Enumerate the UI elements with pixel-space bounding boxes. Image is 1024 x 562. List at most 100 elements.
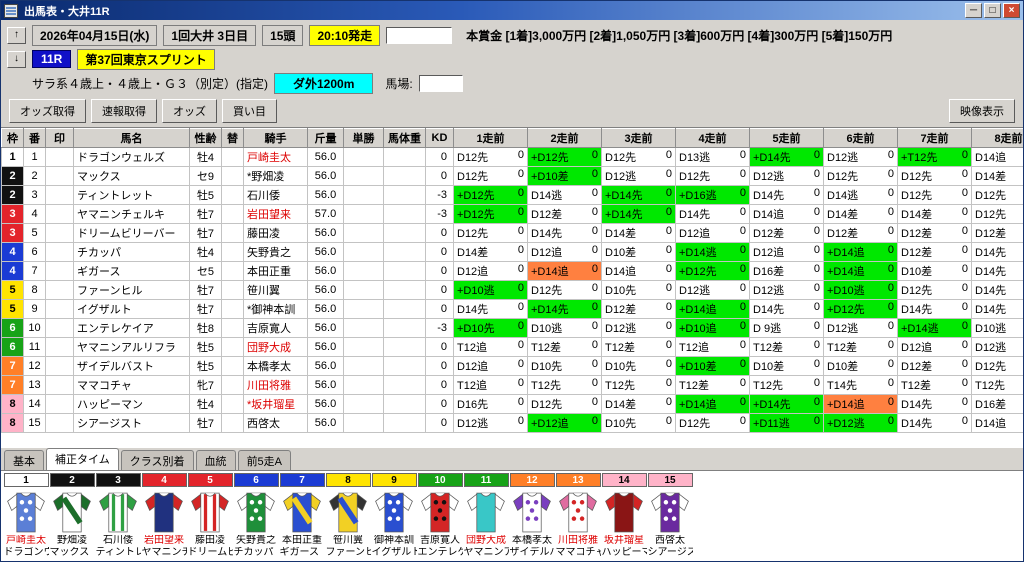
toolbar-button-3[interactable]: オッズ — [162, 99, 217, 123]
past-race-cell-6[interactable]: T12差0 — [824, 338, 898, 357]
past-race-cell-6[interactable]: T14先0 — [824, 376, 898, 395]
past-race-cell-1[interactable]: D14差0 — [454, 243, 528, 262]
horse-row-9[interactable]: 59イグザルト牡7*御神本訓56.00D14先0+D14先0D12差0+D14追… — [2, 300, 1024, 319]
cell-mark[interactable] — [46, 186, 74, 205]
tab-1[interactable]: 基本 — [4, 450, 44, 470]
past-race-cell-3[interactable]: +D14先0 — [602, 186, 676, 205]
horse-row-1[interactable]: 11ドラゴンウェルズ牡4戸崎圭太56.00D12先0+D12先0D12先0D13… — [2, 148, 1024, 167]
horse-row-3[interactable]: 23ティントレット牡5石川倭56.0-3+D12先0D14逃0+D14先0+D1… — [2, 186, 1024, 205]
past-race-cell-6[interactable]: +D12先0 — [824, 300, 898, 319]
cell-horse-name[interactable]: イグザルト — [74, 300, 190, 319]
cell-jockey[interactable]: 吉原寛人 — [244, 319, 308, 338]
past-race-cell-4[interactable]: D12先0 — [676, 167, 750, 186]
horse-row-4[interactable]: 34ヤマニンチェルキ牡7岩田望来57.0-3+D12先0D12差0+D14先0D… — [2, 205, 1024, 224]
past-race-cell-2[interactable]: D12差0 — [528, 205, 602, 224]
horse-row-7[interactable]: 47ギガースセ5本田正重56.00D12追0+D14追0D14追0+D12先0D… — [2, 262, 1024, 281]
past-race-cell-3[interactable]: +D14先0 — [602, 205, 676, 224]
cell-mark[interactable] — [46, 319, 74, 338]
past-race-cell-3[interactable]: D14差0 — [602, 395, 676, 414]
cell-mark[interactable] — [46, 205, 74, 224]
past-race-cell-3[interactable]: D10先0 — [602, 414, 676, 433]
horse-row-14[interactable]: 814ハッピーマン牡4*坂井瑠星56.00D16先0D12先0D14差0+D14… — [2, 395, 1024, 414]
past-race-cell-3[interactable]: D10先0 — [602, 281, 676, 300]
silk-column-2[interactable]: 2野畑凌マックス — [49, 473, 95, 559]
cell-horse-name[interactable]: ヤマニンチェルキ — [74, 205, 190, 224]
past-race-cell-8[interactable]: D14先0 — [972, 281, 1024, 300]
past-race-cell-8[interactable]: D14差0 — [972, 167, 1024, 186]
past-race-cell-2[interactable]: +D12追0 — [528, 414, 602, 433]
past-race-cell-8[interactable]: D14先0 — [972, 243, 1024, 262]
past-race-cell-5[interactable]: D16差0 — [750, 262, 824, 281]
cell-horse-name[interactable]: エンテレケイア — [74, 319, 190, 338]
past-race-cell-3[interactable]: T12差0 — [602, 338, 676, 357]
horse-row-6[interactable]: 46チカッパ牡4矢野貴之56.00D14差0D12追0D10差0+D14逃0D1… — [2, 243, 1024, 262]
silk-column-4[interactable]: 4岩田望来ヤマニンチェルキ — [141, 473, 187, 559]
past-race-cell-1[interactable]: D12追0 — [454, 357, 528, 376]
cell-mark[interactable] — [46, 395, 74, 414]
past-race-cell-6[interactable]: +D12逃0 — [824, 414, 898, 433]
past-race-cell-4[interactable]: +D14追0 — [676, 395, 750, 414]
past-race-cell-5[interactable]: D14追0 — [750, 205, 824, 224]
next-race-button[interactable]: ↓ — [7, 51, 26, 68]
horse-row-15[interactable]: 815シアージスト牡7西啓太56.00D12逃0+D12追0D10先0D12先0… — [2, 414, 1024, 433]
column-header-14[interactable]: 3走前 — [602, 129, 676, 148]
past-race-cell-6[interactable]: +D14追0 — [824, 243, 898, 262]
column-header-5[interactable]: 性齢 — [190, 129, 222, 148]
past-race-cell-5[interactable]: D12逃0 — [750, 281, 824, 300]
memo-input[interactable] — [386, 27, 452, 44]
cell-horse-name[interactable]: ファーンヒル — [74, 281, 190, 300]
silk-column-6[interactable]: 6矢野貴之チカッパ — [233, 473, 279, 559]
cell-mark[interactable] — [46, 357, 74, 376]
cell-jockey[interactable]: 団野大成 — [244, 338, 308, 357]
past-race-cell-1[interactable]: +D12先0 — [454, 205, 528, 224]
past-race-cell-5[interactable]: D12逃0 — [750, 167, 824, 186]
cell-mark[interactable] — [46, 148, 74, 167]
past-race-cell-4[interactable]: +D12先0 — [676, 262, 750, 281]
cell-mark[interactable] — [46, 338, 74, 357]
silk-column-8[interactable]: 8笹川翼ファーンヒル — [325, 473, 371, 559]
column-header-16[interactable]: 5走前 — [750, 129, 824, 148]
past-race-cell-3[interactable]: D14差0 — [602, 224, 676, 243]
silk-column-7[interactable]: 7本田正重ギガース — [279, 473, 325, 559]
silk-column-15[interactable]: 15西啓太シアージスト — [647, 473, 693, 559]
past-race-cell-3[interactable]: D10差0 — [602, 243, 676, 262]
past-race-cell-6[interactable]: D12逃0 — [824, 319, 898, 338]
toolbar-button-4[interactable]: 買い目 — [222, 99, 277, 123]
column-header-8[interactable]: 斤量 — [308, 129, 344, 148]
cell-mark[interactable] — [46, 414, 74, 433]
past-race-cell-5[interactable]: D12差0 — [750, 224, 824, 243]
past-race-cell-8[interactable]: D14先0 — [972, 300, 1024, 319]
past-race-cell-1[interactable]: T12追0 — [454, 376, 528, 395]
past-race-cell-4[interactable]: T12差0 — [676, 376, 750, 395]
track-condition-input[interactable] — [419, 75, 463, 92]
past-race-cell-4[interactable]: D12逃0 — [676, 281, 750, 300]
past-race-cell-1[interactable]: D12先0 — [454, 224, 528, 243]
column-header-4[interactable]: 馬名 — [74, 129, 190, 148]
past-race-cell-5[interactable]: +D14先0 — [750, 148, 824, 167]
column-header-9[interactable]: 単勝 — [344, 129, 384, 148]
cell-jockey[interactable]: *坂井瑠星 — [244, 395, 308, 414]
tab-3[interactable]: クラス別着 — [121, 450, 194, 470]
close-button[interactable]: × — [1003, 3, 1020, 18]
past-race-cell-6[interactable]: D14逃0 — [824, 186, 898, 205]
past-race-cell-8[interactable]: T12先0 — [972, 376, 1024, 395]
column-header-19[interactable]: 8走前 — [972, 129, 1024, 148]
cell-jockey[interactable]: 本田正重 — [244, 262, 308, 281]
past-race-cell-8[interactable]: D14追0 — [972, 148, 1024, 167]
column-header-2[interactable]: 番 — [24, 129, 46, 148]
past-race-cell-7[interactable]: D12差0 — [898, 357, 972, 376]
past-race-cell-2[interactable]: T12差0 — [528, 338, 602, 357]
past-race-cell-6[interactable]: +D14追0 — [824, 395, 898, 414]
past-race-cell-3[interactable]: T12先0 — [602, 376, 676, 395]
tab-2[interactable]: 補正タイム — [46, 448, 119, 470]
cell-horse-name[interactable]: ヤマニンアルリフラ — [74, 338, 190, 357]
toolbar-button-2[interactable]: 速報取得 — [91, 99, 157, 123]
cell-horse-name[interactable]: ティントレット — [74, 186, 190, 205]
cell-horse-name[interactable]: ザイデルバスト — [74, 357, 190, 376]
past-race-cell-2[interactable]: D12追0 — [528, 243, 602, 262]
past-race-cell-7[interactable]: D12追0 — [898, 338, 972, 357]
past-race-cell-8[interactable]: D14先0 — [972, 262, 1024, 281]
past-race-cell-7[interactable]: D14先0 — [898, 395, 972, 414]
cell-jockey[interactable]: 笹川翼 — [244, 281, 308, 300]
silk-column-13[interactable]: 13川田将雅ママコチャ — [555, 473, 601, 559]
